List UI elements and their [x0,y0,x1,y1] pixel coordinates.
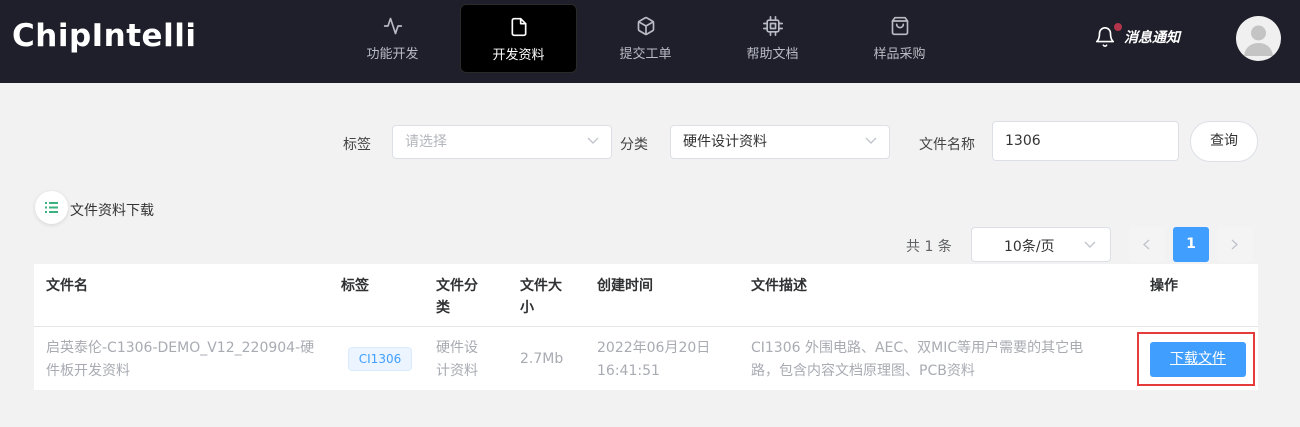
nav-item-submit-ticket[interactable]: 提交工单 [587,4,704,73]
nav-item-dev-docs[interactable]: 开发资料 [460,4,577,73]
cube-icon [637,16,654,36]
nav-label: 开发资料 [492,48,545,63]
user-icon [1244,25,1273,56]
section-title: 文件资料下载 [70,203,154,219]
header-divider [34,326,1258,327]
chevron-down-icon [587,137,599,144]
cell-category-line1: 硬件设 [436,340,478,356]
avatar[interactable] [1236,16,1281,61]
logo[interactable]: ChipIntelli [12,18,196,54]
col-header-category: 文件分 类 [436,275,478,319]
col-header-size-line2: 小 [520,300,534,316]
shopping-bag-icon [891,16,908,36]
download-file-button[interactable]: 下载文件 [1150,342,1246,377]
prev-page-button[interactable] [1129,227,1165,262]
nav-label: 帮助文档 [746,47,799,62]
pagination-total: 共 1 条 [906,239,952,255]
notification-label: 消息通知 [1124,30,1180,46]
category-select[interactable]: 硬件设计资料 [670,125,890,159]
list-icon-button[interactable] [35,191,68,224]
nav-label: 功能开发 [366,47,419,62]
cell-file-name: 启英泰伦-C1306-DEMO_V12_220904-硬 件板开发资料 [46,337,314,383]
top-header: ChipIntelli 功能开发 开发资料 提交工单 帮助文档 样品采购 消息通… [0,0,1300,83]
cell-created-line1: 2022年06月20日 [597,340,711,356]
col-header-tag: 标签 [341,278,369,294]
tag-select-placeholder: 请选择 [405,134,447,150]
file-icon [511,17,526,37]
page-size-value: 10条/页 [1004,239,1055,255]
chevron-left-icon [1143,239,1150,250]
tag-select[interactable]: 请选择 [392,125,612,159]
nav-item-help-docs[interactable]: 帮助文档 [714,4,831,73]
nav-label: 提交工单 [619,47,672,62]
notification-button[interactable]: 消息通知 [1094,22,1180,52]
nav-item-feature-dev[interactable]: 功能开发 [334,4,451,73]
bell-icon [1094,23,1122,49]
col-header-size: 文件大 小 [520,275,562,319]
tag-filter-label: 标签 [343,137,371,153]
cell-file-name-line1: 启英泰伦-C1306-DEMO_V12_220904-硬 [46,340,315,356]
cell-created-line2: 16:41:51 [597,363,660,379]
col-header-size-line1: 文件大 [520,278,562,294]
filename-input[interactable] [992,121,1179,161]
col-header-action: 操作 [1150,278,1178,294]
cell-description-line1: CI1306 外围电路、AEC、双MIC等用户需要的其它电 [751,340,1084,356]
cell-description-line2: 路，包含内容文档原理图、PCB资料 [751,363,975,379]
page-number-current[interactable]: 1 [1173,227,1209,262]
cell-created: 2022年06月20日 16:41:51 [597,337,710,383]
col-header-desc: 文件描述 [751,278,807,294]
cell-file-name-line2: 件板开发资料 [46,363,130,379]
col-header-created: 创建时间 [597,278,653,294]
file-tag-badge: CI1306 [348,347,412,371]
nav-label: 样品采购 [873,47,926,62]
file-table: 文件名 标签 文件分 类 文件大 小 创建时间 文件描述 操作 启英泰伦-C13… [34,264,1258,390]
col-header-category-line2: 类 [436,300,450,316]
cell-size: 2.7Mb [520,351,564,367]
page-size-select[interactable]: 10条/页 [971,227,1111,262]
filename-filter-label: 文件名称 [919,137,975,153]
notification-badge [1114,23,1122,31]
nav-item-sample-purchase[interactable]: 样品采购 [841,4,958,73]
activity-icon [383,17,402,35]
chevron-right-icon [1231,239,1238,250]
list-icon [45,202,58,213]
cell-description: CI1306 外围电路、AEC、双MIC等用户需要的其它电 路，包含内容文档原理… [751,337,1083,383]
next-page-button[interactable] [1217,227,1253,262]
col-header-category-line1: 文件分 [436,278,478,294]
cell-category-line2: 计资料 [436,363,478,379]
cell-category: 硬件设 计资料 [436,337,478,383]
chevron-down-icon [865,137,877,144]
query-button[interactable]: 查询 [1190,121,1258,162]
chip-icon [762,16,783,36]
category-select-value: 硬件设计资料 [683,134,767,150]
col-header-name: 文件名 [46,278,88,294]
chevron-down-icon [1084,241,1096,248]
category-filter-label: 分类 [620,137,648,153]
